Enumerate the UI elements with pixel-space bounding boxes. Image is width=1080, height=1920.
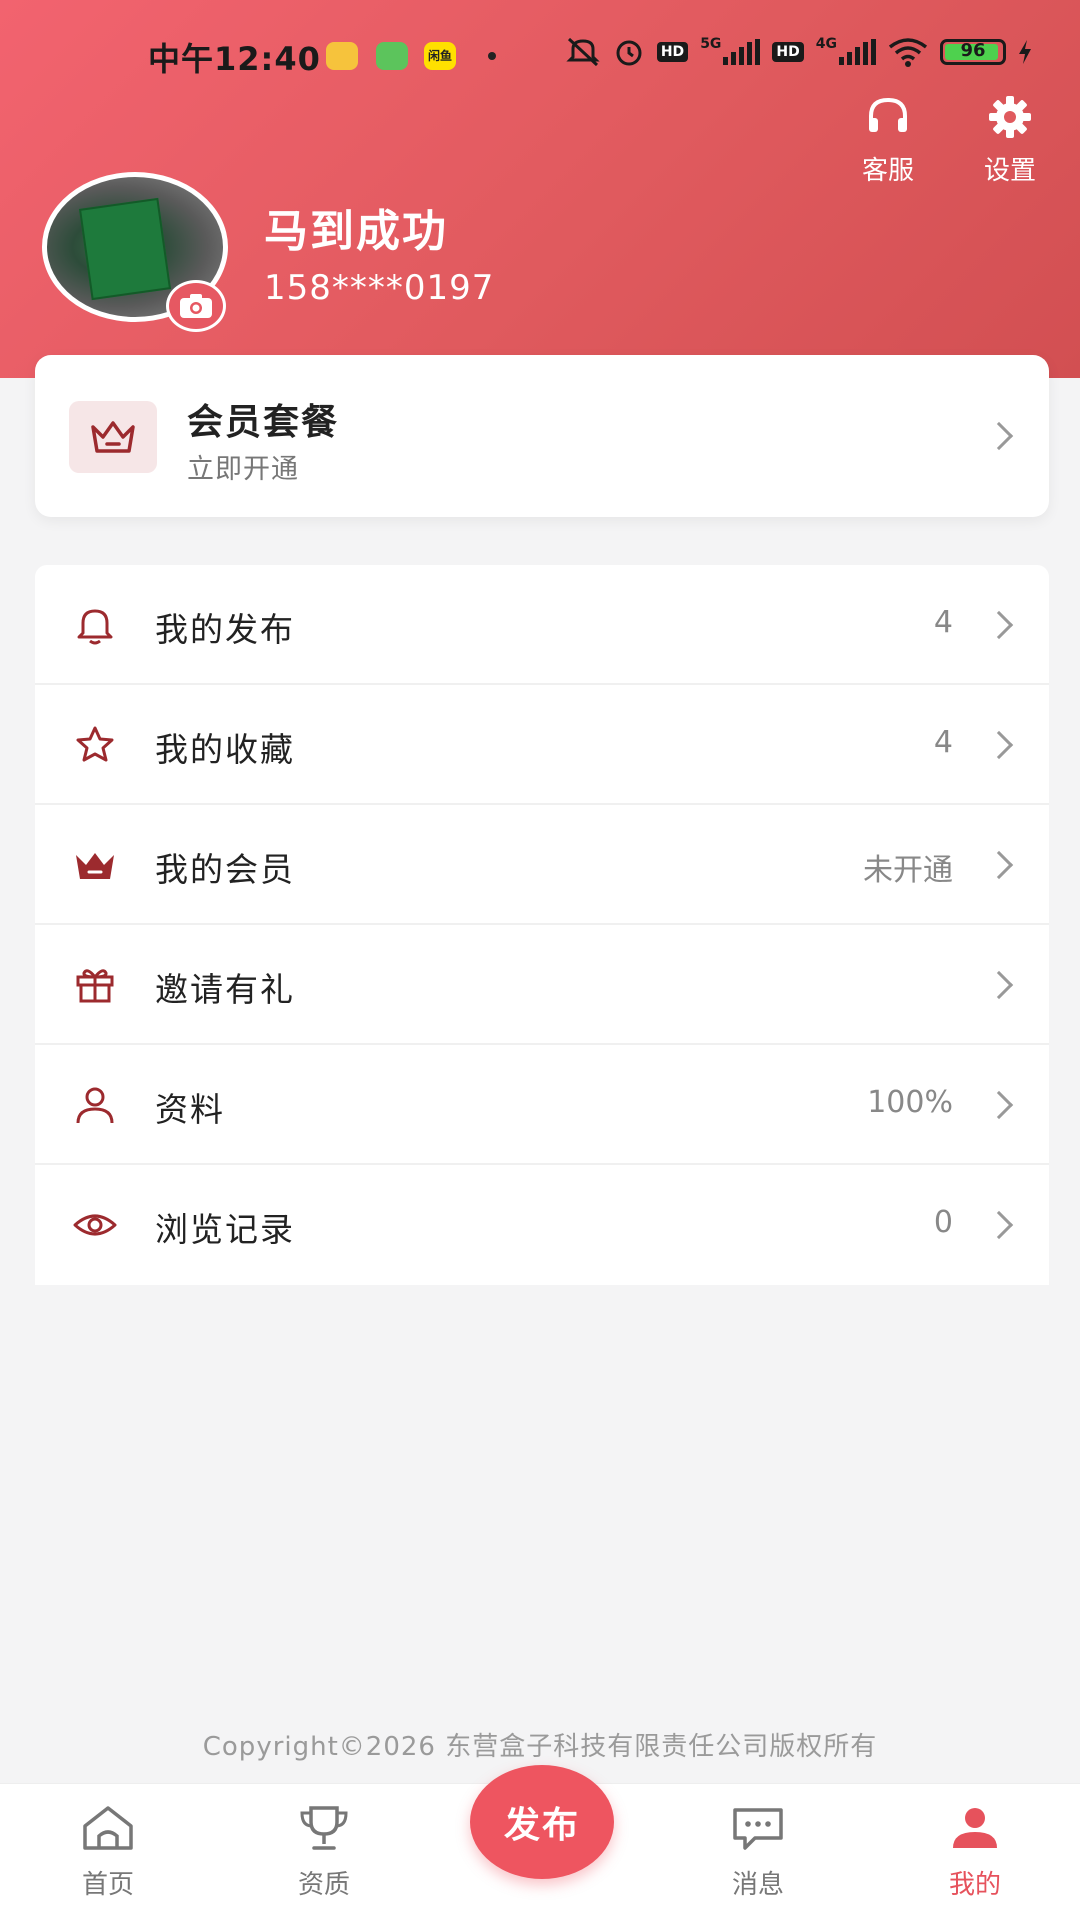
tab-messages-label: 消息 (731, 1870, 784, 1900)
wifi-icon (888, 38, 928, 67)
net-5g: 5G (700, 36, 722, 52)
signal-icon (723, 39, 761, 65)
menu-item-label: 资料 (155, 1090, 225, 1129)
chevron-right-icon (984, 850, 1014, 880)
tab-mine[interactable]: 我的 (915, 1804, 1035, 1901)
person-icon (76, 1087, 114, 1124)
crown-icon (69, 401, 157, 473)
menu-item-profile[interactable]: 资料 100% (35, 1045, 1049, 1165)
publish-button[interactable]: 发布 (470, 1765, 614, 1879)
tab-home-label: 首页 (81, 1870, 134, 1900)
chat-bubble-icon (733, 1808, 783, 1850)
battery-icon: 96 (940, 39, 1006, 65)
copyright-text: Copyright©2026 东营盒子科技有限责任公司版权所有 (202, 1732, 878, 1762)
frog-app-icon (376, 42, 408, 70)
menu-item-label: 浏览记录 (155, 1210, 295, 1249)
hd-badge: HD (656, 42, 689, 62)
tab-messages[interactable]: 消息 (698, 1804, 818, 1901)
menu-item-my-posts[interactable]: 我的发布 4 (35, 565, 1049, 685)
settings-button[interactable]: 设置 (955, 94, 1065, 187)
trophy-icon (300, 1806, 348, 1850)
menu-item-membership[interactable]: 我的会员 未开通 (35, 805, 1049, 925)
menu-item-value: 100% (867, 1085, 953, 1120)
status-time: 中午12:40 (148, 40, 321, 78)
membership-subtitle: 立即开通 (187, 454, 299, 485)
net-4g: 4G (815, 36, 837, 52)
menu-item-favorites[interactable]: 我的收藏 4 (35, 685, 1049, 805)
menu-item-value: 4 (933, 605, 953, 640)
crown-icon (76, 853, 114, 879)
user-name: 马到成功 (264, 206, 448, 257)
menu-list: 我的发布 4 我的收藏 4 我的会员 未开通 邀请有礼 资料 100% 浏览记录… (35, 565, 1049, 1285)
menu-item-history[interactable]: 浏览记录 0 (35, 1165, 1049, 1285)
weibo-icon (326, 42, 358, 70)
chevron-right-icon (984, 421, 1014, 451)
tab-home[interactable]: 首页 (48, 1804, 168, 1901)
menu-item-label: 我的发布 (155, 610, 295, 649)
headset-icon (869, 97, 907, 132)
customer-service-button[interactable]: 客服 (833, 94, 943, 187)
settings-label: 设置 (983, 156, 1036, 186)
home-icon (83, 1806, 133, 1850)
customer-service-label: 客服 (861, 156, 914, 186)
avatar-area[interactable] (42, 172, 228, 332)
xianyu-icon: 闲鱼 (424, 42, 456, 70)
tab-qualification[interactable]: 资质 (264, 1804, 384, 1901)
menu-item-value: 4 (933, 725, 953, 760)
profile-header: 中午12:40 闲鱼 HD 5G HD 4G 96 客服 设置 马到成功 158… (0, 0, 1080, 378)
menu-item-label: 我的会员 (155, 850, 295, 889)
eye-icon (73, 1214, 117, 1236)
membership-package-card[interactable]: 会员套餐 立即开通 (35, 355, 1049, 517)
gear-icon (989, 96, 1031, 138)
person-filled-icon (953, 1808, 997, 1848)
notification-dot (488, 52, 496, 60)
mute-icon (566, 37, 600, 67)
hd-badge-2: HD (772, 42, 804, 62)
chevron-right-icon (984, 1090, 1014, 1120)
camera-icon[interactable] (166, 280, 226, 332)
menu-item-value: 未开通 (863, 853, 953, 888)
chevron-right-icon (984, 1210, 1014, 1240)
tab-qualification-label: 资质 (297, 1870, 350, 1900)
menu-item-invite[interactable]: 邀请有礼 (35, 925, 1049, 1045)
membership-title: 会员套餐 (187, 402, 340, 443)
charging-icon (1019, 40, 1031, 64)
signal-icon-2 (839, 39, 876, 65)
gift-icon (76, 969, 114, 1003)
menu-item-label: 邀请有礼 (155, 970, 295, 1009)
bell-icon (77, 609, 113, 645)
chevron-right-icon (984, 970, 1014, 1000)
alarm-icon (616, 40, 642, 66)
chevron-right-icon (984, 730, 1014, 760)
user-phone: 158****0197 (264, 268, 495, 308)
chevron-right-icon (984, 610, 1014, 640)
tab-mine-label: 我的 (948, 1870, 1001, 1900)
menu-item-value: 0 (933, 1205, 953, 1240)
menu-item-label: 我的收藏 (155, 730, 295, 769)
status-bar: 中午12:40 闲鱼 HD 5G HD 4G 96 (0, 30, 1080, 80)
star-icon (76, 726, 114, 762)
